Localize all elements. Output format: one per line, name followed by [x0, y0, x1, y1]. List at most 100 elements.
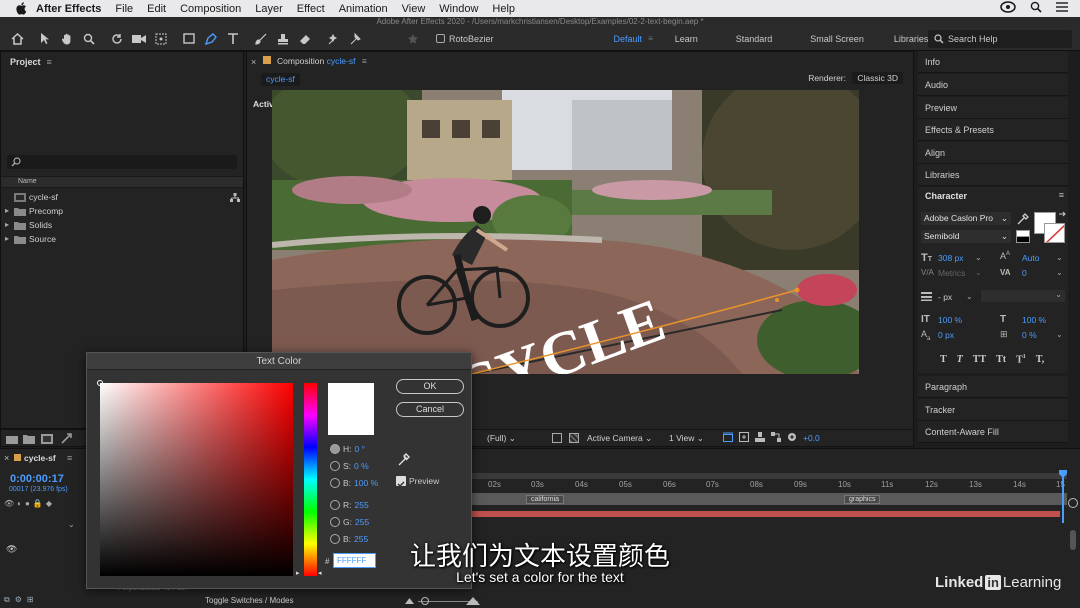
- camera-dropdown[interactable]: Active Camera ⌄: [587, 433, 652, 444]
- creative-cloud-icon[interactable]: [1000, 1, 1016, 16]
- close-panel-icon[interactable]: ×: [251, 57, 256, 67]
- rotobezier-checkbox[interactable]: [436, 34, 445, 43]
- time-ruler[interactable]: 02s 03s 04s 05s 06s 07s 08s 09s 10s 11s …: [472, 478, 1067, 492]
- expand-arrow-icon[interactable]: ▸: [5, 234, 9, 243]
- preview-checkbox[interactable]: [396, 476, 406, 488]
- align-panel-header[interactable]: Align: [918, 142, 1068, 164]
- dropdown-arrow-icon[interactable]: ⌄: [966, 292, 973, 301]
- dropdown-arrow-icon[interactable]: ⌄: [975, 253, 982, 262]
- dropdown-arrow-icon[interactable]: ⌄: [1056, 253, 1063, 262]
- layer-duration-bar[interactable]: [472, 511, 1060, 517]
- project-settings-icon[interactable]: [61, 433, 72, 444]
- faux-bold-button[interactable]: T: [940, 354, 947, 365]
- brush-tool-icon[interactable]: [252, 30, 270, 48]
- superscript-button[interactable]: T1: [1016, 354, 1026, 365]
- swap-colors-icon[interactable]: [1058, 211, 1067, 220]
- green-value[interactable]: 255: [355, 517, 369, 527]
- green-radio[interactable]: [330, 517, 340, 527]
- puppet-tool-icon[interactable]: [346, 30, 364, 48]
- in-out-icon[interactable]: ⊞: [27, 595, 34, 605]
- menu-file[interactable]: File: [115, 3, 133, 15]
- comp-button-icon[interactable]: [1068, 498, 1078, 508]
- font-family-dropdown[interactable]: Adobe Caslon Pro ⌄: [921, 212, 1011, 225]
- dropdown-arrow-icon[interactable]: ⌄: [1056, 330, 1063, 339]
- marker-graphics[interactable]: graphics: [844, 495, 881, 504]
- pen-tool-icon[interactable]: [202, 30, 220, 48]
- new-folder-icon[interactable]: [23, 434, 35, 444]
- menu-help[interactable]: Help: [492, 3, 515, 15]
- workspace-learn[interactable]: Learn: [675, 34, 698, 44]
- rectangle-tool-icon[interactable]: [180, 30, 198, 48]
- project-panel-title[interactable]: Project: [10, 57, 41, 67]
- apple-icon[interactable]: [14, 2, 28, 16]
- transparency-grid-icon[interactable]: [569, 433, 579, 443]
- project-column-header[interactable]: Name: [1, 176, 243, 188]
- composition-subtab[interactable]: cycle-sf: [261, 73, 300, 86]
- home-icon[interactable]: [8, 30, 26, 48]
- paragraph-panel-header[interactable]: Paragraph: [918, 376, 1068, 398]
- zoom-tool-icon[interactable]: [80, 30, 98, 48]
- hand-tool-icon[interactable]: [58, 30, 76, 48]
- preview-panel-header[interactable]: Preview: [918, 97, 1068, 119]
- stroke-color-swatch[interactable]: [1044, 223, 1065, 243]
- timeline-tab-label[interactable]: cycle-sf: [24, 453, 56, 463]
- vertical-scale-value[interactable]: 100 %: [938, 315, 962, 325]
- expand-arrow-icon[interactable]: ▸: [5, 220, 9, 229]
- workspace-small-screen[interactable]: Small Screen: [810, 34, 864, 44]
- expand-arrow-icon[interactable]: ⌄: [68, 520, 75, 529]
- tracker-panel-header[interactable]: Tracker: [918, 399, 1068, 421]
- menu-window[interactable]: Window: [439, 3, 478, 15]
- font-size-value[interactable]: 308 px: [938, 253, 964, 263]
- tracking-value[interactable]: 0: [1022, 268, 1027, 278]
- project-item-solids[interactable]: ▸ Solids: [1, 218, 243, 232]
- video-visibility-icon[interactable]: 👁: [4, 499, 14, 508]
- content-aware-fill-panel-header[interactable]: Content-Aware Fill: [918, 421, 1068, 443]
- pan-behind-tool-icon[interactable]: [152, 30, 170, 48]
- red-radio[interactable]: [330, 500, 340, 510]
- cancel-button[interactable]: Cancel: [396, 402, 464, 417]
- comp-flowchart-icon[interactable]: [771, 432, 781, 444]
- audio-icon[interactable]: ◐: [17, 499, 22, 508]
- workspace-libraries[interactable]: Libraries: [894, 34, 929, 44]
- marker-california[interactable]: california: [526, 495, 565, 504]
- font-style-dropdown[interactable]: Semibold ⌄: [921, 230, 1011, 243]
- panel-menu-icon[interactable]: ≡: [67, 453, 72, 463]
- toggle-pixel-aspect-icon[interactable]: [723, 432, 733, 444]
- panel-menu-icon[interactable]: ≡: [47, 57, 52, 67]
- stroke-style-dropdown[interactable]: ⌄: [981, 290, 1065, 302]
- subscript-button[interactable]: T,: [1036, 354, 1044, 365]
- reset-exposure-icon[interactable]: [787, 432, 797, 444]
- hue-value[interactable]: 0 °: [355, 444, 366, 454]
- app-menu[interactable]: After Effects: [36, 3, 101, 15]
- composition-tab-name[interactable]: cycle-sf: [327, 56, 356, 66]
- workspace-default[interactable]: Default: [614, 34, 643, 44]
- search-help-field[interactable]: Search Help: [928, 30, 1072, 48]
- menu-animation[interactable]: Animation: [339, 3, 388, 15]
- info-panel-header[interactable]: Info: [918, 51, 1068, 73]
- composition-tab-label[interactable]: Composition: [277, 56, 324, 66]
- color-field-cursor[interactable]: [97, 380, 103, 386]
- character-panel-title[interactable]: Character: [925, 191, 967, 201]
- expand-arrow-icon[interactable]: ▸: [5, 206, 9, 215]
- menu-view[interactable]: View: [402, 3, 426, 15]
- brightness-row[interactable]: B: 100 %: [330, 478, 378, 488]
- saturation-radio[interactable]: [330, 461, 340, 471]
- menu-effect[interactable]: Effect: [297, 3, 325, 15]
- libraries-panel-header[interactable]: Libraries: [918, 164, 1068, 186]
- black-white-swatch-icon[interactable]: [1016, 230, 1030, 243]
- spotlight-search-icon[interactable]: [1030, 1, 1042, 16]
- brightness-radio[interactable]: [330, 478, 340, 488]
- eraser-tool-icon[interactable]: [296, 30, 314, 48]
- region-of-interest-icon[interactable]: [552, 433, 562, 443]
- rotate-tool-icon[interactable]: [108, 30, 126, 48]
- workspace-standard[interactable]: Standard: [736, 34, 773, 44]
- notification-center-icon[interactable]: [1056, 2, 1068, 15]
- interpret-footage-icon[interactable]: [6, 434, 18, 444]
- horizontal-scale-value[interactable]: 100 %: [1022, 315, 1046, 325]
- hue-radio[interactable]: [330, 444, 340, 454]
- label-icon[interactable]: ◆: [46, 499, 52, 508]
- type-tool-icon[interactable]: [224, 30, 242, 48]
- menu-edit[interactable]: Edit: [147, 3, 166, 15]
- menu-layer[interactable]: Layer: [255, 3, 283, 15]
- toggle-switches-modes-button[interactable]: Toggle Switches / Modes: [205, 596, 294, 605]
